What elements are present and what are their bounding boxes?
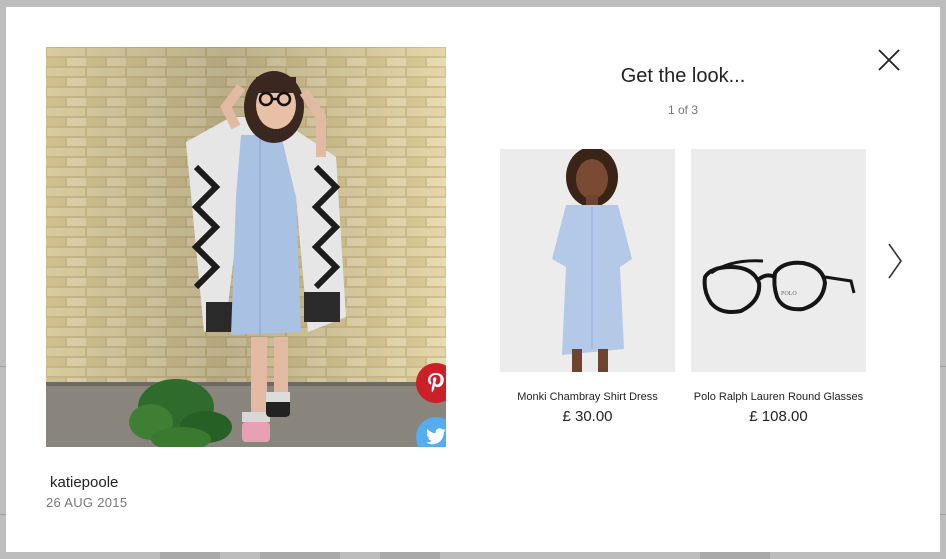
close-icon[interactable] <box>874 45 904 75</box>
product-image[interactable]: POLO <box>691 149 866 372</box>
twitter-icon <box>426 428 446 445</box>
product-name[interactable]: Monki Chambray Shirt Dress <box>500 391 675 403</box>
post-date: 26 AUG 2015 <box>46 495 128 510</box>
chevron-right-icon[interactable] <box>884 241 906 281</box>
look-title: Get the look... <box>620 65 746 87</box>
get-the-look-modal: katiepoole 26 AUG 2015 Get the look... 1… <box>6 7 940 552</box>
product-image[interactable] <box>500 149 675 372</box>
product-price: £ 30.00 <box>562 408 613 425</box>
product-brand-mark: POLO <box>781 291 797 297</box>
product-name[interactable]: Polo Ralph Lauren Round Glasses <box>691 391 866 403</box>
main-photo <box>46 47 446 447</box>
post-username[interactable]: katiepoole <box>50 474 118 491</box>
pinterest-icon <box>428 373 444 393</box>
look-pager: 1 of 3 <box>667 103 699 117</box>
product-card[interactable]: Monki Chambray Shirt Dress £ 30.00 <box>500 149 675 425</box>
product-card[interactable]: POLO Polo Ralph Lauren Round Glasses £ 1… <box>691 149 866 425</box>
product-price: £ 108.00 <box>749 408 808 425</box>
